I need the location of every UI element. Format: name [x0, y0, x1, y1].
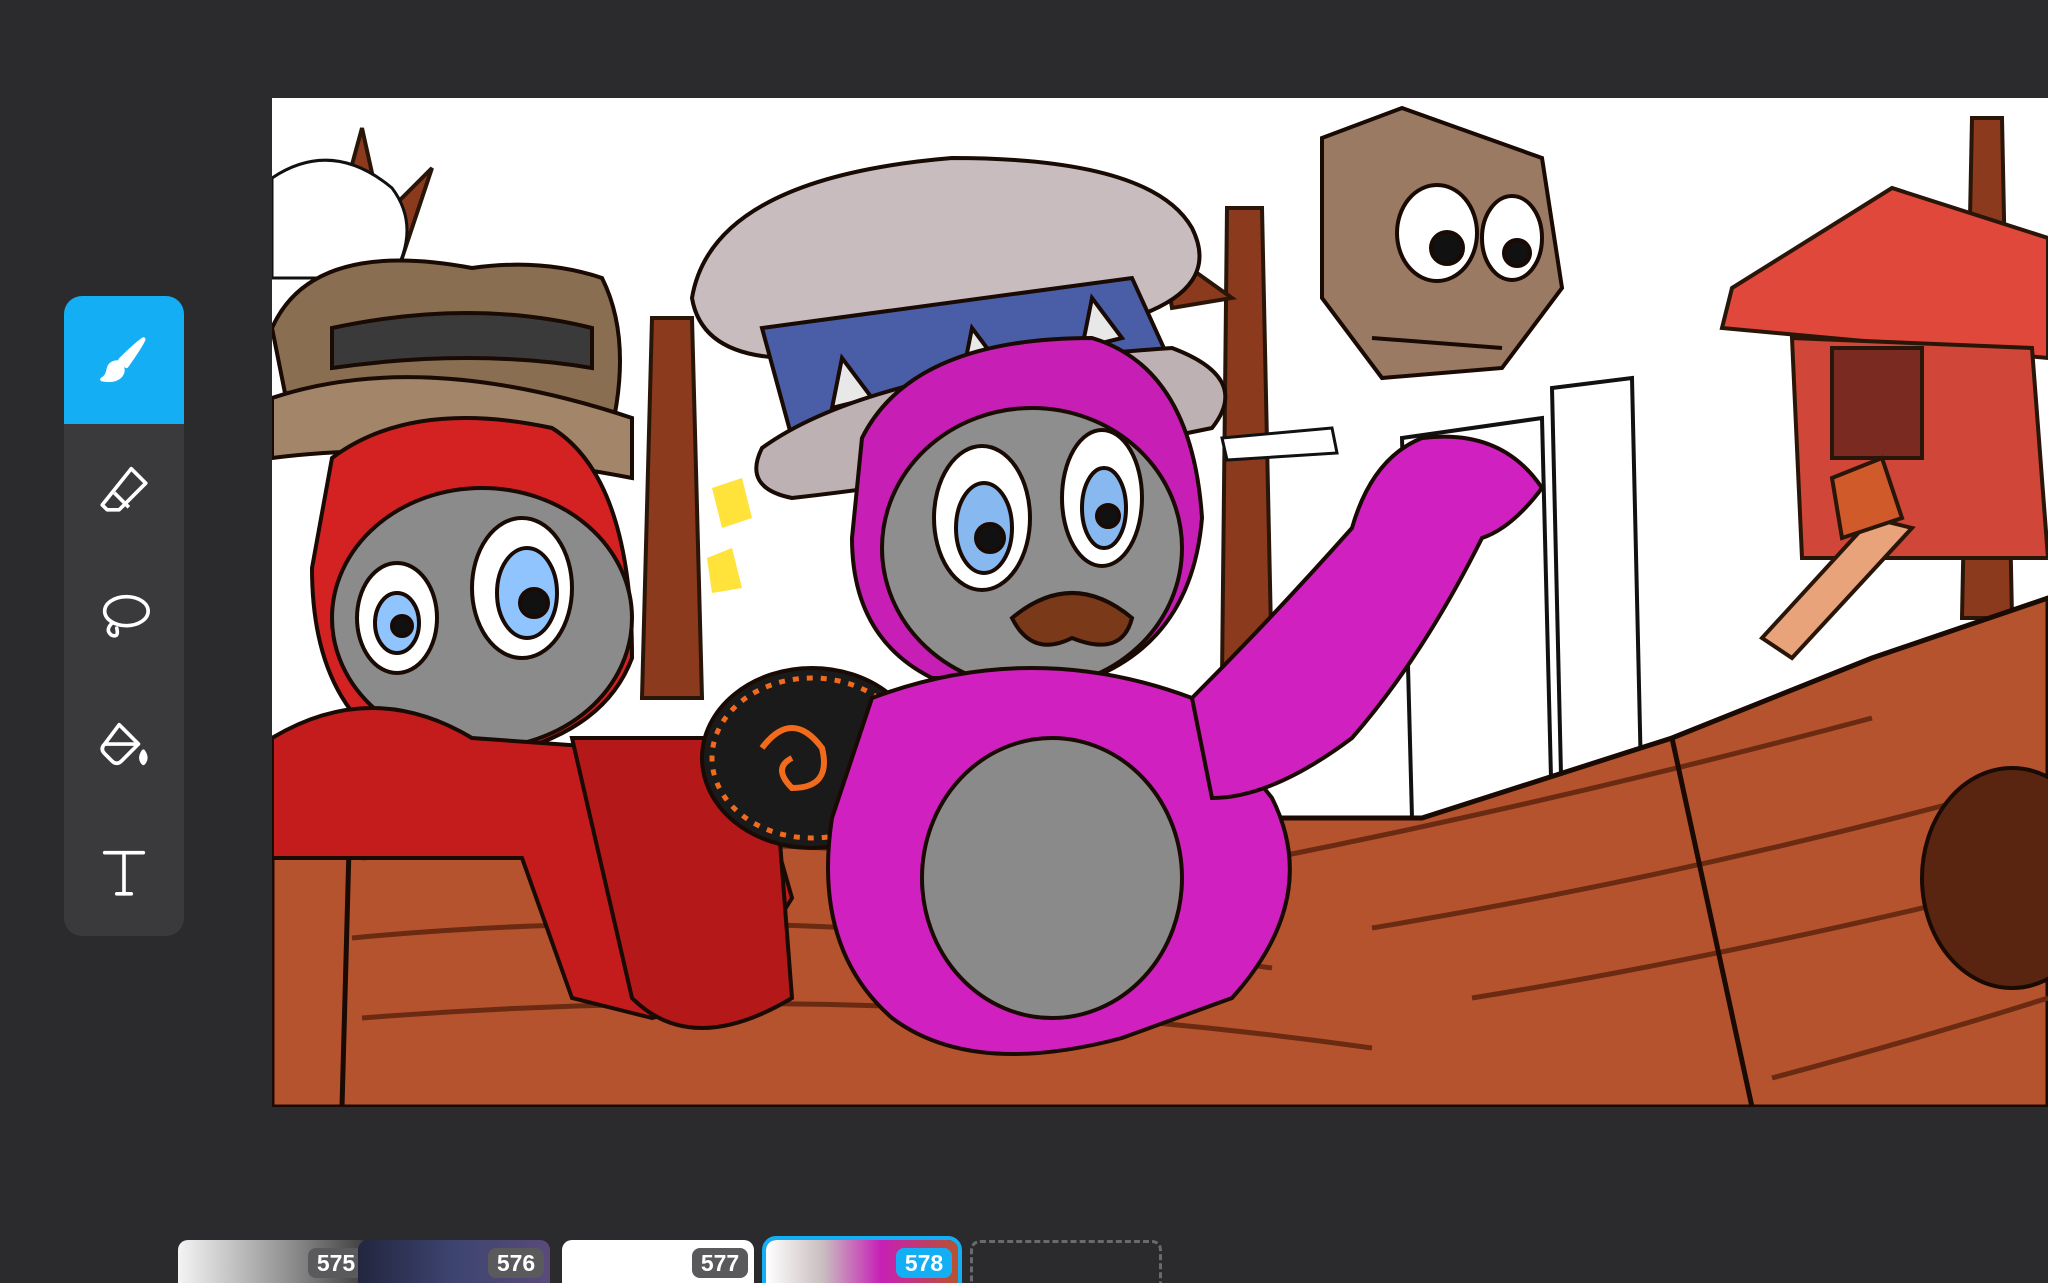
frame-thumbnail[interactable]: 575 — [178, 1240, 370, 1283]
fill-tool-button[interactable] — [64, 680, 184, 808]
paint-bucket-icon — [100, 722, 148, 766]
drawing-canvas[interactable] — [272, 98, 2048, 1107]
artwork — [272, 105, 2048, 1107]
frame-thumbnail-selected[interactable]: 578 — [762, 1236, 962, 1283]
drawing-app: 575 576 577 578 — [0, 0, 2048, 1283]
text-icon — [102, 850, 146, 896]
eraser-icon — [100, 466, 148, 512]
frame-number: 578 — [896, 1248, 952, 1278]
eraser-tool-button[interactable] — [64, 424, 184, 552]
brush-tool-button[interactable] — [64, 296, 184, 424]
add-frame-button[interactable] — [970, 1240, 1162, 1283]
frame-thumbnail[interactable]: 576 — [358, 1240, 550, 1283]
lasso-tool-button[interactable] — [64, 552, 184, 680]
text-tool-button[interactable] — [64, 808, 184, 936]
frame-number: 577 — [692, 1248, 748, 1278]
frame-thumbnail[interactable]: 577 — [562, 1240, 754, 1283]
frame-number: 575 — [308, 1248, 364, 1278]
frame-number: 576 — [488, 1248, 544, 1278]
lasso-icon — [102, 594, 150, 638]
tool-palette — [64, 296, 184, 936]
brush-icon — [100, 337, 146, 383]
